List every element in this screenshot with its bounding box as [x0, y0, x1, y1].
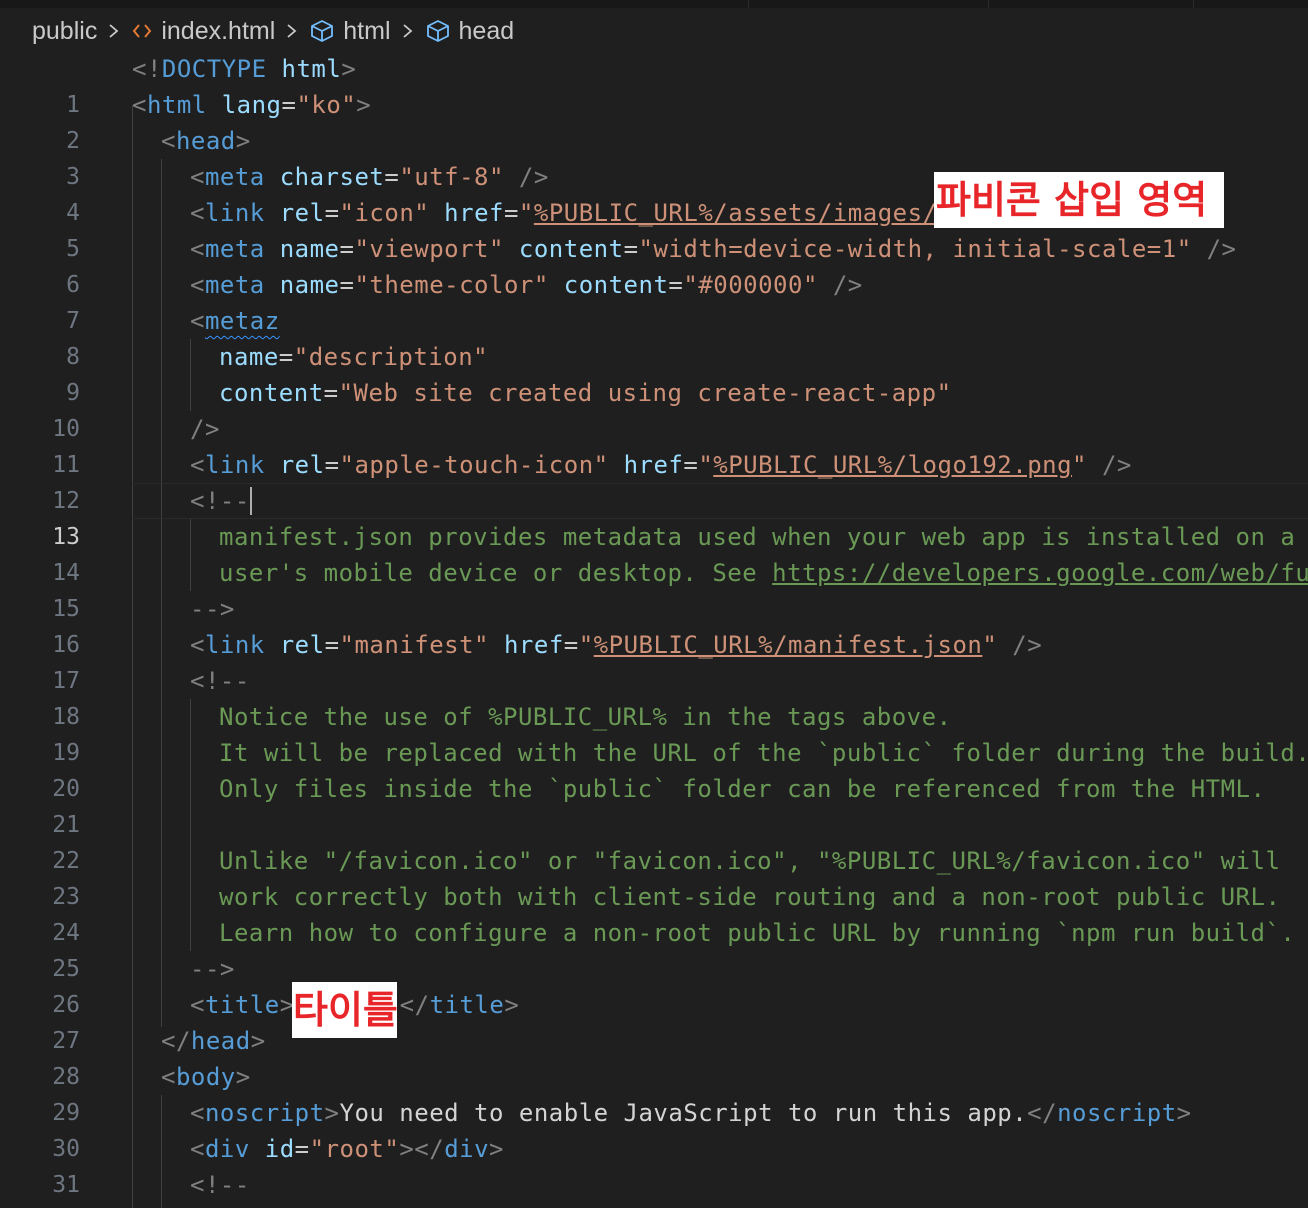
- code-line: 22: [0, 807, 1308, 874]
- line-code: <link rel="icon" href="%PUBLIC_URL%/asse…: [190, 199, 968, 227]
- breadcrumb-label: head: [458, 16, 515, 45]
- code-line: 7 <meta name="theme-color" content="#000…: [0, 267, 1308, 334]
- line-code: Only files inside the `public` folder ca…: [219, 775, 1266, 803]
- title-annotation: 타이틀: [292, 982, 398, 1038]
- line-code: -->: [190, 595, 235, 623]
- line-code: content="Web site created using create-r…: [219, 379, 952, 407]
- breadcrumb-label: html: [343, 16, 391, 45]
- chevron-right-icon: [109, 24, 119, 38]
- line-code: <html lang="ko">: [132, 91, 372, 119]
- code-line: 11 />: [0, 411, 1308, 478]
- favicon-area-annotation: 파비콘 삽입 영역: [934, 172, 1224, 228]
- line-code: <meta name="viewport" content="width=dev…: [190, 235, 1237, 263]
- line-code: <metaz: [190, 307, 280, 335]
- code-line: 14 manifest.json provides metadata used …: [0, 519, 1308, 586]
- code-line: 1 <!DOCTYPE html>: [0, 51, 1308, 118]
- line-code: <!--: [190, 1171, 250, 1199]
- code-line: 30 <noscript>You need to enable JavaScri…: [0, 1095, 1308, 1162]
- comment-link[interactable]: https://developers.google.com/web/funda: [772, 559, 1308, 587]
- code-line: 19 Notice the use of %PUBLIC_URL% in the…: [0, 699, 1308, 766]
- code-line: 21 Only files inside the `public` folder…: [0, 771, 1308, 838]
- line-code: manifest.json provides metadata used whe…: [219, 523, 1296, 551]
- code-line: 6 <meta name="viewport" content="width=d…: [0, 231, 1308, 298]
- line-code: work correctly both with client-side rou…: [219, 883, 1281, 911]
- code-line-active: 13 <!--: [0, 483, 1308, 550]
- line-code: Unlike "/favicon.ico" or "favicon.ico", …: [219, 847, 1281, 875]
- code-line: 12 <link rel="apple-touch-icon" href="%P…: [0, 447, 1308, 514]
- code-line: 32 <!--: [0, 1167, 1308, 1203]
- breadcrumb: public index.html html head: [0, 10, 1308, 52]
- code-line: 23 Unlike "/favicon.ico" or "favicon.ico…: [0, 843, 1308, 910]
- line-code: <link rel="manifest" href="%PUBLIC_URL%/…: [190, 631, 1043, 659]
- code-line: 2 <html lang="ko">: [0, 87, 1308, 154]
- breadcrumb-label: public: [32, 16, 98, 45]
- line-code: <!--: [190, 667, 250, 695]
- line-code: </head>: [161, 1027, 266, 1055]
- line-code: <body>: [161, 1063, 251, 1091]
- line-code: It will be replaced with the URL of the …: [219, 739, 1308, 767]
- tab-separator: [748, 0, 749, 8]
- line-code: <link rel="apple-touch-icon" href="%PUBL…: [190, 451, 1132, 479]
- code-line: 3 <head>: [0, 123, 1308, 190]
- line-code: <meta name="theme-color" content="#00000…: [190, 271, 863, 299]
- code-line: 24 work correctly both with client-side …: [0, 879, 1308, 946]
- breadcrumb-symbol-head[interactable]: head: [425, 16, 515, 46]
- line-code: <meta charset="utf-8" />: [190, 163, 549, 191]
- line-code: <!--: [190, 487, 252, 515]
- lint-warning: metaz: [204, 307, 280, 335]
- breadcrumb-label: index.html: [161, 16, 276, 45]
- chevron-right-icon: [402, 24, 412, 38]
- line-code: name="description": [219, 343, 489, 371]
- cube-symbol-icon: [425, 19, 451, 43]
- tab-separator: [1193, 0, 1194, 8]
- code-line: 16 -->: [0, 591, 1308, 658]
- line-code: Learn how to configure a non-root public…: [219, 919, 1296, 947]
- line-code: <div id="root"></div>: [190, 1135, 504, 1163]
- line-number: 32: [0, 1203, 80, 1208]
- breadcrumb-symbol-html[interactable]: html: [309, 16, 391, 46]
- code-line: 26 -->: [0, 951, 1308, 1018]
- code-line: 8 <metaz: [0, 303, 1308, 370]
- code-line: 17 <link rel="manifest" href="%PUBLIC_UR…: [0, 627, 1308, 694]
- breadcrumb-folder-public[interactable]: public: [32, 17, 97, 46]
- code-line: 9 name="description": [0, 339, 1308, 406]
- chevron-right-icon: [287, 24, 297, 38]
- line-code: user's mobile device or desktop. See htt…: [219, 555, 1308, 591]
- html-file-icon: [131, 20, 153, 42]
- code-line: 10 content="Web site created using creat…: [0, 375, 1308, 442]
- breadcrumb-file-index-html[interactable]: index.html: [131, 17, 275, 46]
- line-code: -->: [190, 955, 235, 983]
- editor-tab-strip: [0, 0, 1308, 8]
- line-code: <head>: [161, 127, 251, 155]
- code-line: 20 It will be replaced with the URL of t…: [0, 735, 1308, 802]
- line-code: Notice the use of %PUBLIC_URL% in the ta…: [219, 703, 952, 731]
- line-code: />: [190, 415, 220, 443]
- tab-separator: [988, 0, 989, 8]
- code-line: 18 <!--: [0, 663, 1308, 730]
- line-code: <!DOCTYPE html>: [132, 55, 357, 83]
- code-line: 28 </head>: [0, 1023, 1308, 1090]
- code-line: 27 <title> </title>: [0, 987, 1308, 1054]
- cube-symbol-icon: [309, 19, 335, 43]
- code-line: 31 <div id="root"></div>: [0, 1131, 1308, 1198]
- code-line: 25 Learn how to configure a non-root pub…: [0, 915, 1308, 982]
- code-line: 29 <body>: [0, 1059, 1308, 1126]
- code-line: 15 user's mobile device or desktop. See …: [0, 555, 1308, 622]
- text-cursor: [249, 487, 252, 515]
- line-code: <noscript>You need to enable JavaScript …: [190, 1099, 1192, 1127]
